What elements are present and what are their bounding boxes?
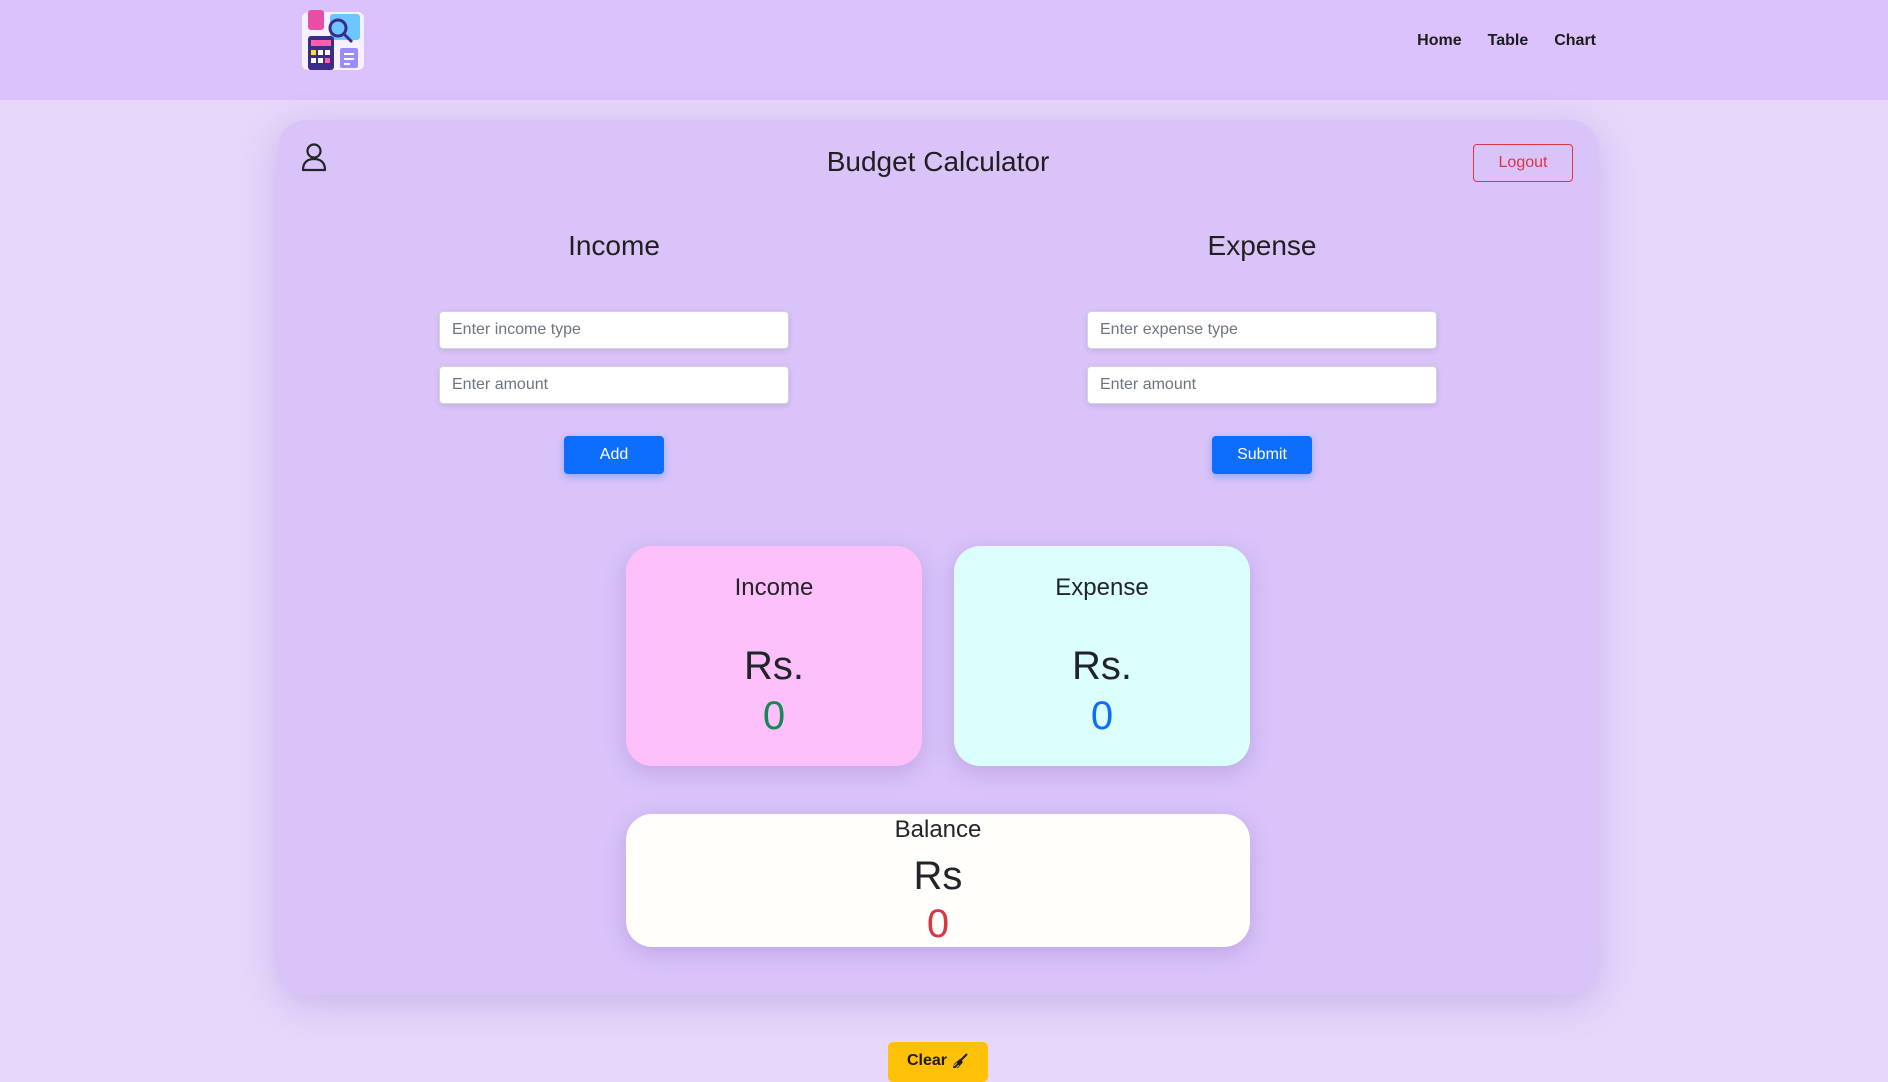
expense-summary-card: Expense Rs. 0 bbox=[954, 546, 1250, 766]
nav-link-table[interactable]: Table bbox=[1488, 32, 1529, 50]
balance-currency: Rs bbox=[913, 854, 963, 898]
add-income-button[interactable]: Add bbox=[564, 436, 664, 474]
income-summary-title: Income bbox=[734, 574, 814, 601]
expense-total: 0 bbox=[1090, 694, 1114, 738]
income-currency: Rs. bbox=[744, 644, 804, 688]
clear-button[interactable]: Clear bbox=[888, 1042, 988, 1082]
navbar: Home Table Chart bbox=[0, 0, 1888, 100]
income-form-heading: Income bbox=[568, 230, 660, 261]
budget-calculator-card: Budget Calculator Logout Income Add Expe… bbox=[278, 120, 1598, 995]
balance-summary-card: Balance Rs 0 bbox=[626, 814, 1250, 947]
budget-calculator-logo-icon[interactable] bbox=[300, 8, 368, 76]
balance-title: Balance bbox=[894, 816, 982, 843]
clear-button-label: Clear bbox=[906, 1052, 948, 1069]
income-type-input[interactable] bbox=[439, 311, 789, 349]
income-total: 0 bbox=[762, 694, 786, 738]
expense-amount-input[interactable] bbox=[1087, 366, 1437, 404]
balance-total: 0 bbox=[926, 902, 950, 946]
nav-links: Home Table Chart bbox=[1417, 32, 1596, 50]
logout-button[interactable]: Logout bbox=[1473, 144, 1573, 182]
broom-icon bbox=[951, 1052, 969, 1075]
submit-expense-button[interactable]: Submit bbox=[1212, 436, 1312, 474]
expense-currency: Rs. bbox=[1072, 644, 1132, 688]
page-title: Budget Calculator bbox=[826, 146, 1050, 177]
income-form: Income Add bbox=[439, 230, 789, 474]
income-amount-input[interactable] bbox=[439, 366, 789, 404]
expense-form-heading: Expense bbox=[1207, 230, 1317, 261]
expense-form: Expense Submit bbox=[1087, 230, 1437, 474]
nav-link-chart[interactable]: Chart bbox=[1554, 32, 1596, 50]
expense-type-input[interactable] bbox=[1087, 311, 1437, 349]
income-summary-card: Income Rs. 0 bbox=[626, 546, 922, 766]
nav-link-home[interactable]: Home bbox=[1417, 32, 1461, 50]
expense-summary-title: Expense bbox=[1055, 574, 1149, 601]
